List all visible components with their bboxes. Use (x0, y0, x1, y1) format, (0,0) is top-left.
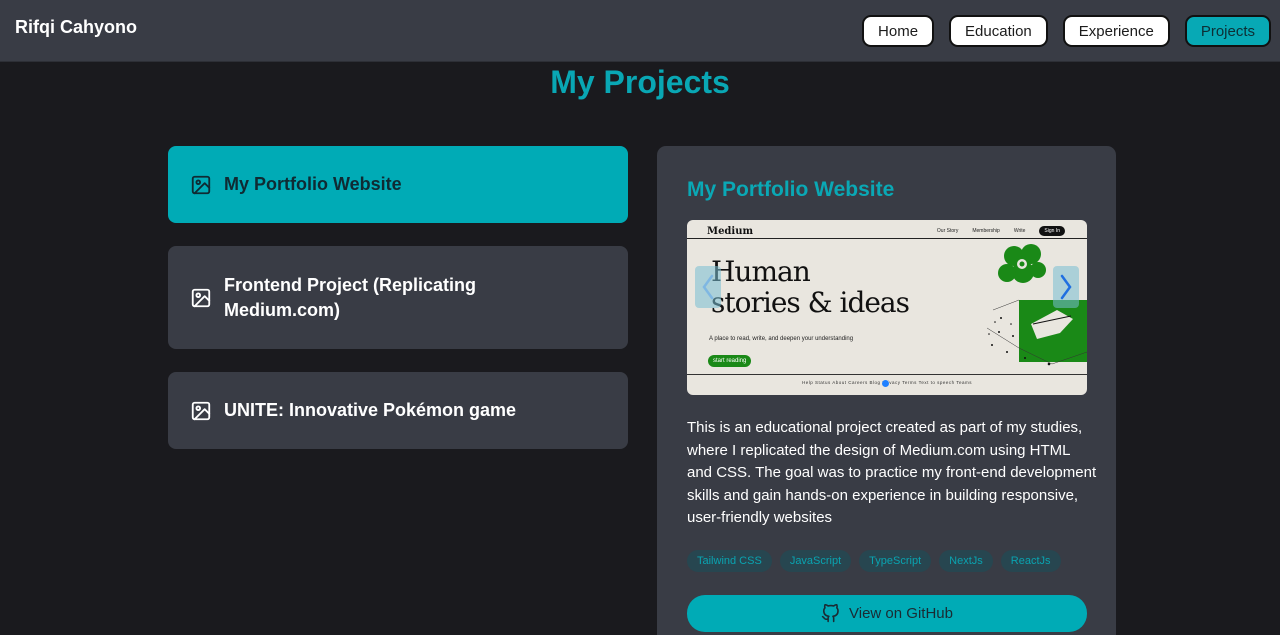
medium-signin: Sign In (1039, 226, 1065, 236)
medium-hero-line: Human (711, 255, 811, 288)
detail-title: My Portfolio Website (687, 178, 895, 201)
page-title: My Projects (550, 64, 730, 100)
medium-nav-item: Membership (972, 228, 1000, 234)
image-icon (191, 401, 211, 420)
nav-education-button[interactable]: Education (949, 15, 1048, 47)
brand-name[interactable]: Rifqi Cahyono (15, 17, 137, 38)
tech-tag: ReactJs (1000, 550, 1061, 572)
divider (687, 374, 1087, 375)
github-icon (821, 604, 839, 623)
tech-tag: JavaScript (779, 550, 852, 572)
tech-tags: Tailwind CSS JavaScript TypeScript NextJ… (687, 550, 1061, 572)
top-navbar: Rifqi Cahyono Home Education Experience … (0, 0, 1280, 62)
project-detail-panel: My Portfolio Website Medium Our Story Me… (657, 146, 1116, 635)
divider (687, 238, 1087, 239)
medium-subtitle: A place to read, write, and deepen your … (709, 336, 854, 342)
project-item-unite[interactable]: UNITE: Innovative Pokémon game (168, 372, 628, 449)
carousel-indicator-dot[interactable] (882, 380, 889, 387)
chevron-left-icon (702, 274, 714, 300)
nav-home-button[interactable]: Home (862, 15, 935, 47)
project-item-title: UNITE: Innovative Pokémon game (224, 400, 517, 420)
image-icon (191, 175, 211, 194)
medium-nav-item: Our Story (936, 228, 959, 234)
main-nav: Home Education Experience Projects (862, 15, 1271, 47)
medium-nav-item: Write (1013, 228, 1026, 234)
project-item-portfolio[interactable]: My Portfolio Website (168, 146, 628, 223)
project-item-medium[interactable]: Frontend Project (Replicating Medium.com… (168, 246, 628, 349)
project-item-title: My Portfolio Website (224, 174, 402, 194)
medium-hero-line: stories & ideas (711, 286, 910, 319)
project-list: My Portfolio Website Frontend Project (R… (168, 146, 628, 472)
tech-tag: TypeScript (859, 550, 932, 572)
nav-experience-button[interactable]: Experience (1062, 15, 1170, 47)
view-on-github-button[interactable]: View on GitHub (687, 595, 1087, 632)
carousel-prev-button[interactable] (695, 266, 721, 308)
medium-logo: Medium (707, 226, 754, 237)
medium-start-button: start reading (708, 355, 752, 367)
carousel-next-button[interactable] (1053, 266, 1079, 308)
project-description: This is an educational project created a… (687, 419, 1097, 526)
github-button-label: View on GitHub (849, 605, 953, 622)
image-icon (191, 288, 211, 307)
project-screenshot-carousel: Medium Our Story Membership Write Sign I… (687, 220, 1087, 395)
medium-nav: Our Story Membership Write Sign In (937, 226, 1065, 236)
chevron-right-icon (1060, 274, 1072, 300)
nav-projects-button[interactable]: Projects (1184, 15, 1271, 47)
tech-tag: NextJs (939, 550, 993, 572)
medium-hero: Human stories & ideas (711, 255, 910, 319)
tech-tag: Tailwind CSS (687, 550, 772, 572)
project-item-title: Frontend Project (Replicating Medium.com… (224, 274, 477, 320)
